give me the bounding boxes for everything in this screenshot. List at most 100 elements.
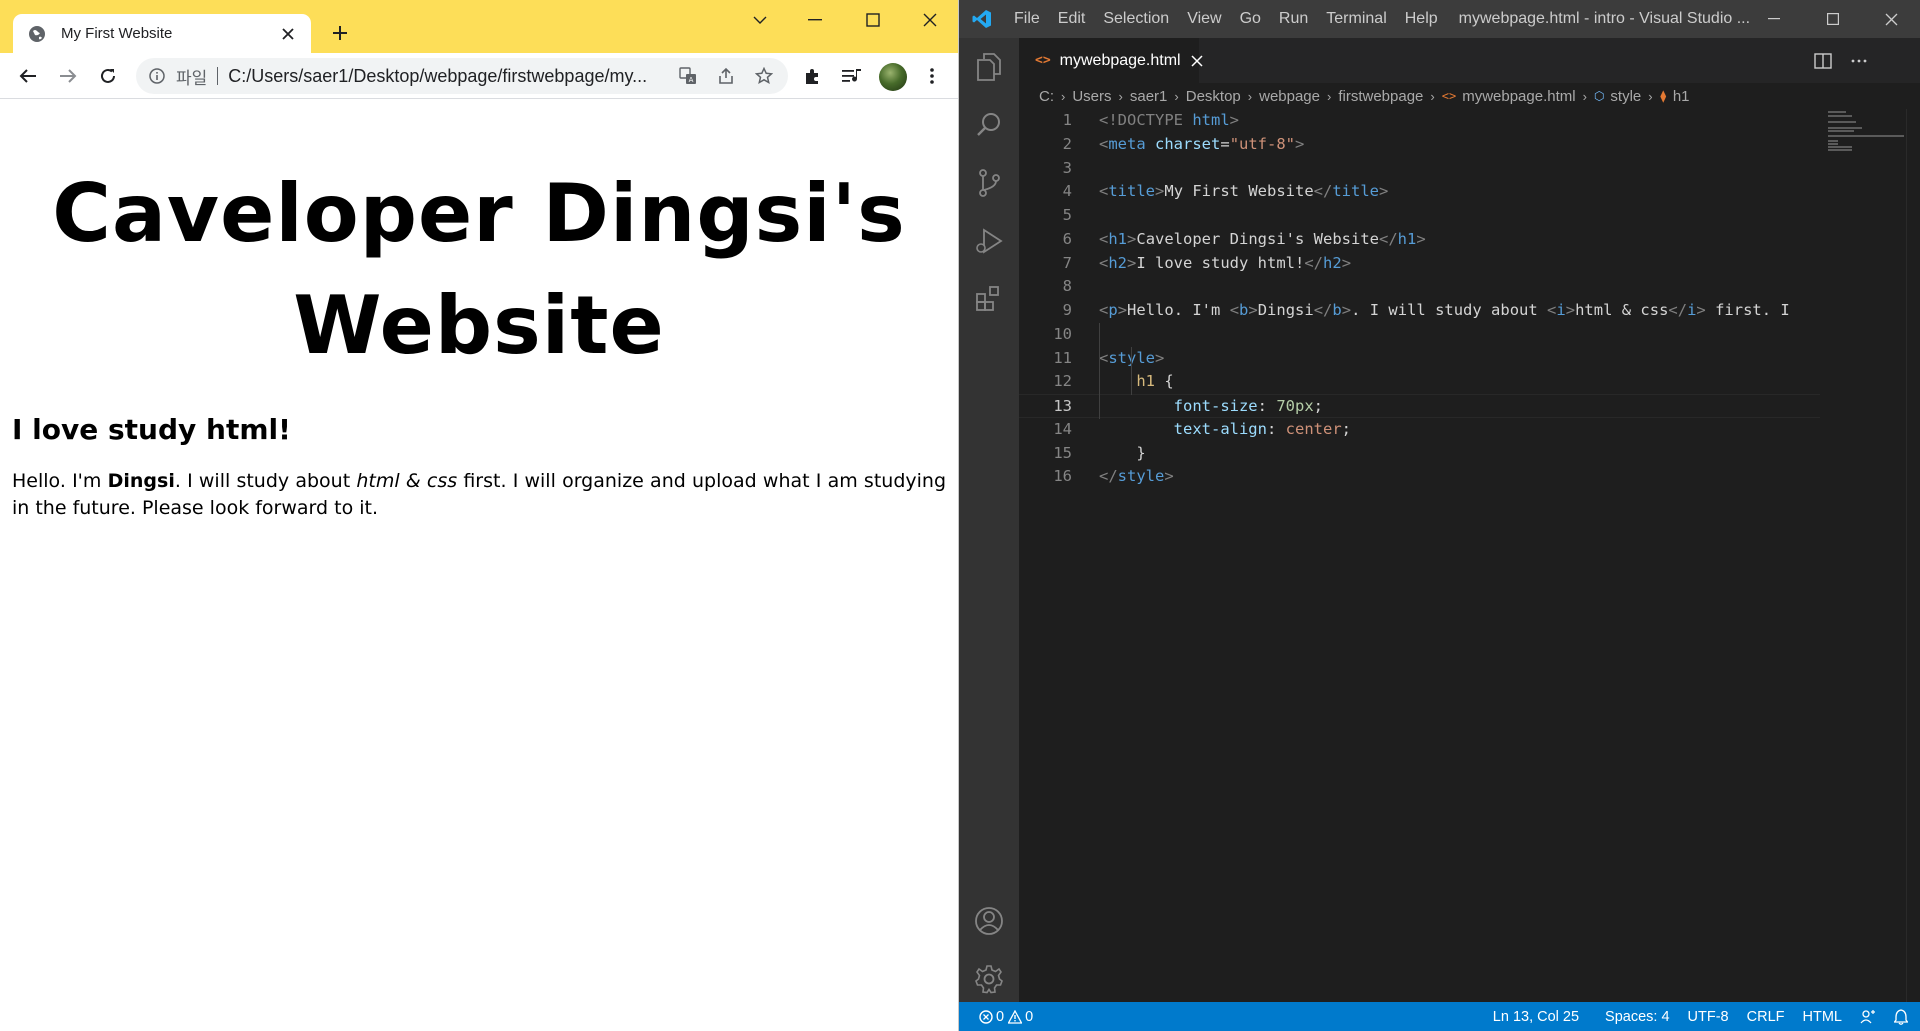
minimap[interactable] [1820, 109, 1906, 1002]
menu-file[interactable]: File [1005, 0, 1049, 38]
code-line: 1 <!DOCTYPE html> [1019, 109, 1820, 133]
code-line: 7 <h2>I love study html!</h2> [1019, 252, 1820, 276]
share-icon[interactable] [710, 60, 742, 92]
minimap-line [1828, 130, 1854, 132]
breadcrumb-item[interactable]: mywebpage.html [1462, 88, 1575, 105]
menu-edit[interactable]: Edit [1049, 0, 1095, 38]
close-window-icon[interactable] [1862, 0, 1920, 38]
code-line: 11 <style> [1019, 347, 1820, 371]
language-mode[interactable]: HTML [1794, 1009, 1851, 1025]
problems-indicator[interactable]: 0 0 [959, 1009, 1042, 1025]
code-line: 16 </style> [1019, 465, 1820, 489]
close-icon[interactable] [1191, 51, 1203, 71]
profile-avatar[interactable] [879, 63, 907, 91]
line-number: 10 [1053, 324, 1072, 343]
indentation[interactable]: Spaces: 4 [1596, 1009, 1679, 1025]
editor-tab-mywebpage[interactable]: <> mywebpage.html [1019, 38, 1203, 83]
code-line: 4 <title>My First Website</title> [1019, 180, 1820, 204]
settings-gear-icon[interactable] [959, 950, 1019, 1008]
breadcrumb-item[interactable]: Desktop [1186, 88, 1241, 105]
code-editor[interactable]: 1 <!DOCTYPE html> 2 <meta charset="utf-8… [1019, 109, 1820, 1002]
line-number: 6 [1062, 229, 1072, 248]
security-label: 파일 [176, 68, 208, 88]
browser-tab[interactable]: My First Website [13, 14, 311, 53]
translate-icon[interactable]: A [672, 60, 704, 92]
explorer-icon[interactable] [959, 38, 1019, 96]
code-line: 15 } [1019, 442, 1820, 466]
address-bar[interactable]: 파일 C:/Users/saer1/Desktop/webpage/firstw… [136, 58, 788, 94]
tab-search-icon[interactable] [732, 0, 788, 40]
new-tab-button[interactable] [326, 19, 354, 47]
back-icon[interactable] [12, 60, 44, 92]
code-line: 9 <p>Hello. I'm <b>Dingsi</b>. I will st… [1019, 299, 1820, 323]
line-number: 5 [1062, 206, 1072, 224]
editor-tab-label: mywebpage.html [1059, 51, 1181, 69]
line-number: 8 [1062, 277, 1072, 296]
breadcrumb-item[interactable]: C: [1039, 88, 1054, 105]
line-number: 16 [1053, 467, 1072, 486]
url-text[interactable]: C:/Users/saer1/Desktop/webpage/firstwebp… [228, 66, 666, 87]
accounts-icon[interactable] [959, 892, 1019, 950]
minimap-line [1828, 121, 1856, 123]
breadcrumb-item[interactable]: Users [1072, 88, 1111, 105]
line-number: 14 [1053, 419, 1072, 438]
run-debug-icon[interactable] [959, 212, 1019, 270]
breadcrumb-item[interactable]: h1 [1673, 88, 1690, 105]
editor-scrollbar[interactable] [1906, 109, 1920, 1002]
html-file-icon: <> [1035, 53, 1051, 68]
breadcrumb-item[interactable]: style [1610, 88, 1641, 105]
source-control-icon[interactable] [959, 154, 1019, 212]
minimap-line [1828, 146, 1852, 148]
minimize-icon[interactable] [1745, 0, 1803, 38]
reload-icon[interactable] [92, 60, 124, 92]
menu-run[interactable]: Run [1270, 0, 1317, 38]
notifications-bell-icon[interactable] [1885, 1008, 1920, 1025]
menu-selection[interactable]: Selection [1094, 0, 1178, 38]
paragraph-italic: html & css [356, 470, 458, 492]
maximize-icon[interactable] [845, 0, 901, 40]
forward-icon[interactable] [52, 60, 84, 92]
error-count: 0 [996, 1008, 1005, 1025]
minimap-line [1828, 143, 1838, 145]
extensions-icon[interactable] [959, 270, 1019, 328]
code-line: 2 <meta charset="utf-8"> [1019, 133, 1820, 157]
breadcrumb-item[interactable]: firstwebpage [1338, 88, 1423, 105]
bookmark-star-icon[interactable] [748, 60, 780, 92]
tab-title: My First Website [61, 25, 173, 42]
line-number: 15 [1053, 443, 1072, 462]
minimize-icon[interactable] [787, 0, 843, 40]
menu-help[interactable]: Help [1396, 0, 1447, 38]
close-window-icon[interactable] [902, 0, 958, 40]
indent-guide [1131, 347, 1132, 395]
breadcrumb-item[interactable]: saer1 [1130, 88, 1168, 105]
globe-icon [27, 24, 47, 44]
line-number: 2 [1062, 134, 1072, 153]
info-icon[interactable] [148, 67, 166, 85]
more-actions-icon[interactable] [1844, 46, 1874, 76]
chrome-toolbar: 파일 C:/Users/saer1/Desktop/webpage/firstw… [0, 53, 958, 99]
split-editor-icon[interactable] [1808, 46, 1838, 76]
code-line: 14 text-align: center; [1019, 418, 1820, 442]
menu-terminal[interactable]: Terminal [1317, 0, 1395, 38]
cursor-position[interactable]: Ln 13, Col 25 [1484, 1009, 1588, 1025]
media-control-icon[interactable] [836, 60, 868, 92]
more-menu-icon[interactable] [916, 60, 948, 92]
vscode-titlebar: File Edit Selection View Go Run Terminal… [959, 0, 1920, 38]
extensions-icon[interactable] [796, 60, 828, 92]
chevron-right-icon: › [1118, 88, 1123, 104]
minimap-line [1828, 135, 1904, 137]
line-number: 13 [1053, 397, 1072, 415]
breadcrumb-item[interactable]: webpage [1259, 88, 1320, 105]
end-of-line[interactable]: CRLF [1738, 1009, 1794, 1025]
search-icon[interactable] [959, 96, 1019, 154]
feedback-icon[interactable] [1851, 1009, 1885, 1025]
maximize-icon[interactable] [1804, 0, 1862, 38]
menu-go[interactable]: Go [1231, 0, 1270, 38]
encoding[interactable]: UTF-8 [1679, 1009, 1738, 1025]
close-tab-icon[interactable] [277, 23, 299, 45]
menu-view[interactable]: View [1178, 0, 1230, 38]
chevron-right-icon: › [1430, 88, 1435, 104]
error-icon [979, 1009, 993, 1024]
paragraph-bold: Dingsi [107, 470, 175, 492]
line-number: 3 [1062, 158, 1072, 177]
